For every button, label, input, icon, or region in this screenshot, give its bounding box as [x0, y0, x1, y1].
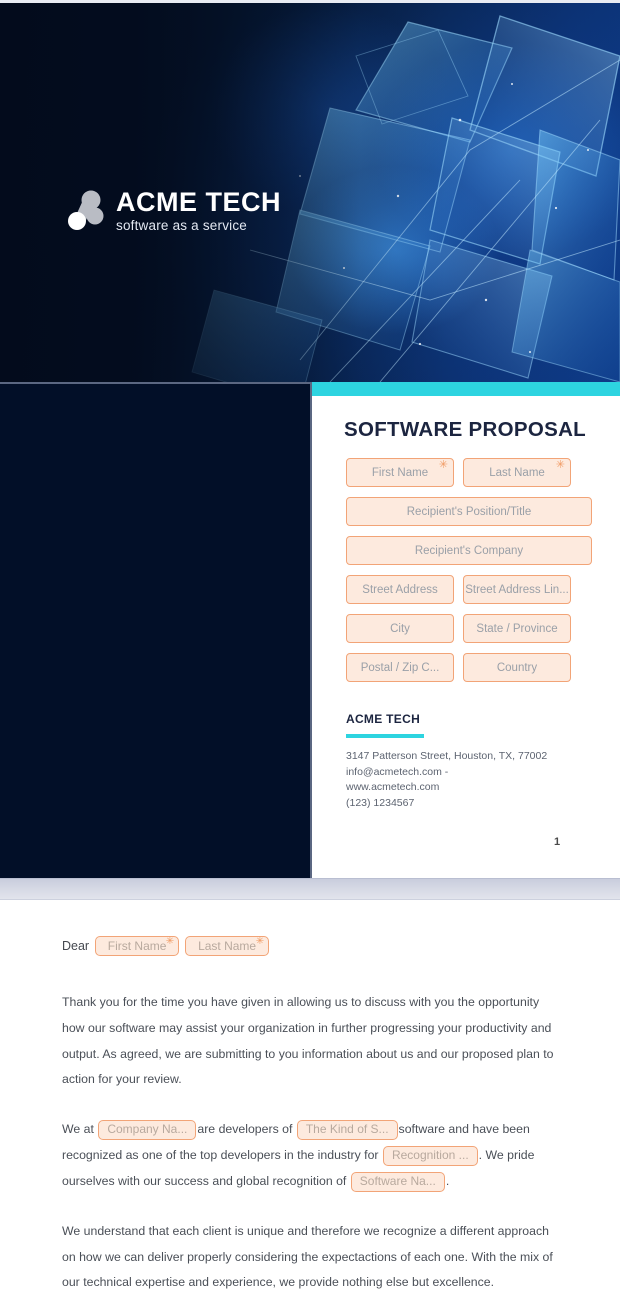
cyan-accent-bar	[312, 382, 620, 396]
page-separator	[0, 878, 620, 900]
last-name-field[interactable]: Last Name ✳	[463, 458, 571, 487]
sender-contact-block: ACME TECH 3147 Patterson Street, Houston…	[346, 712, 596, 811]
salutation-first-name-field[interactable]: First Name ✳	[95, 936, 180, 956]
recipient-company-field[interactable]: Recipient's Company	[346, 536, 592, 565]
salutation-word: Dear	[62, 939, 90, 953]
proposal-page-1: ACME TECH software as a service SOFTWARE…	[0, 0, 620, 878]
state-province-placeholder: State / Province	[476, 622, 558, 635]
paragraph-company-intro: We at Company Na... are developers of The…	[62, 1117, 554, 1194]
form-row: City State / Province	[346, 614, 592, 643]
contact-divider	[346, 734, 424, 738]
brand-logo-text: ACME TECH software as a service	[116, 187, 281, 234]
recognition-placeholder: Recognition ...	[391, 1148, 469, 1163]
form-row: Recipient's Company	[346, 536, 592, 565]
brand-logo: ACME TECH software as a service	[66, 188, 281, 233]
software-kind-placeholder: The Kind of S...	[305, 1122, 389, 1137]
software-name-field[interactable]: Software Na...	[350, 1171, 445, 1192]
country-placeholder: Country	[496, 661, 538, 674]
form-row: Postal / Zip C... Country	[346, 653, 592, 682]
company-name-field[interactable]: Company Na...	[98, 1120, 197, 1140]
letter-body: Dear First Name ✳ Last Name ✳ Thank you …	[62, 936, 554, 1296]
page-title: SOFTWARE PROPOSAL	[344, 418, 587, 441]
street-address-line2-field[interactable]: Street Address Lin...	[463, 575, 571, 604]
hero-banner: ACME TECH software as a service	[0, 0, 620, 382]
street-address-line2-placeholder: Street Address Lin...	[465, 583, 569, 596]
street-address-placeholder: Street Address	[362, 583, 438, 596]
first-name-placeholder: First Name	[371, 466, 429, 479]
salutation-line: Dear First Name ✳ Last Name ✳	[62, 936, 554, 956]
country-field[interactable]: Country	[463, 653, 571, 682]
recognition-field[interactable]: Recognition ...	[382, 1145, 478, 1166]
city-placeholder: City	[390, 622, 410, 635]
three-circles-molecule-logo-icon	[66, 189, 106, 233]
postal-zip-field[interactable]: Postal / Zip C...	[346, 653, 454, 682]
recipient-position-placeholder: Recipient's Position/Title	[406, 505, 532, 518]
paragraph-approach: We understand that each client is unique…	[62, 1223, 553, 1290]
state-province-field[interactable]: State / Province	[463, 614, 571, 643]
page-top-edge	[0, 0, 620, 3]
required-asterisk-icon: ✳	[165, 936, 175, 947]
contact-company-name: ACME TECH	[346, 712, 421, 726]
contact-address: 3147 Patterson Street, Houston, TX, 7700…	[346, 750, 548, 762]
proposal-page-2: Dear First Name ✳ Last Name ✳ Thank you …	[0, 900, 620, 1316]
left-dark-panel	[0, 382, 312, 878]
recipient-form: First Name ✳ Last Name ✳ Recipient's Pos…	[346, 458, 592, 692]
form-row: First Name ✳ Last Name ✳	[346, 458, 592, 487]
proposal-details-column: SOFTWARE PROPOSAL First Name ✳ Last Name…	[312, 396, 620, 878]
software-name-placeholder: Software Na...	[359, 1174, 436, 1189]
form-row: Recipient's Position/Title	[346, 497, 592, 526]
salutation-last-name-placeholder: Last Name	[198, 939, 257, 953]
para2-segment-1: We at	[62, 1122, 94, 1137]
company-name-placeholder: Company Na...	[107, 1122, 188, 1137]
salutation-first-name-placeholder: First Name	[107, 939, 167, 953]
recipient-company-placeholder: Recipient's Company	[414, 544, 524, 557]
city-field[interactable]: City	[346, 614, 454, 643]
page-number: 1	[554, 836, 561, 848]
first-name-field[interactable]: First Name ✳	[346, 458, 454, 487]
salutation-last-name-field[interactable]: Last Name ✳	[185, 936, 270, 956]
recipient-position-field[interactable]: Recipient's Position/Title	[346, 497, 592, 526]
required-asterisk-icon: ✳	[255, 936, 265, 947]
required-asterisk-icon: ✳	[555, 459, 565, 471]
paragraph-intro: Thank you for the time you have given in…	[62, 995, 554, 1087]
contact-email: info@acmetech.com -	[346, 765, 449, 778]
postal-zip-placeholder: Postal / Zip C...	[360, 661, 440, 674]
contact-website: www.acmetech.com	[346, 781, 440, 794]
brand-name: ACME TECH	[116, 187, 281, 217]
required-asterisk-icon: ✳	[438, 459, 448, 471]
contact-phone: (123) 1234567	[346, 796, 415, 809]
para2-segment-5: .	[445, 1173, 450, 1188]
street-address-field[interactable]: Street Address	[346, 575, 454, 604]
para2-segment-2: are developers of	[197, 1122, 293, 1137]
form-row: Street Address Street Address Lin...	[346, 575, 592, 604]
last-name-placeholder: Last Name	[489, 466, 545, 479]
software-kind-field[interactable]: The Kind of S...	[296, 1120, 398, 1140]
brand-tagline: software as a service	[116, 218, 247, 234]
